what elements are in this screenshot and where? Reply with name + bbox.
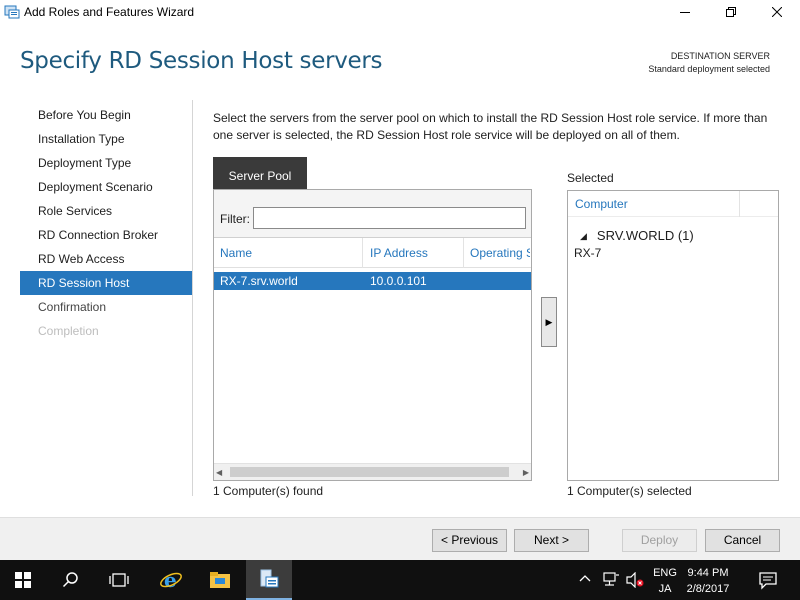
notification-icon[interactable]	[758, 570, 778, 593]
server-pool-panel: Filter: Name IP Address Operating S RX-7…	[213, 189, 532, 481]
chevron-up-icon[interactable]	[578, 572, 592, 589]
language-code: ENG	[653, 567, 677, 579]
destination-value: Standard deployment selected	[648, 64, 770, 74]
taskbar: e ENG JA 9:44 PM 2/8/2017	[0, 560, 800, 600]
filter-label: Filter:	[220, 212, 250, 226]
nav-item-deployment-type[interactable]: Deployment Type	[20, 151, 192, 175]
minimize-button[interactable]	[662, 0, 708, 24]
selected-label: Selected	[567, 171, 614, 185]
filter-input[interactable]	[253, 207, 526, 229]
nav-item-installation-type[interactable]: Installation Type	[20, 127, 192, 151]
selected-group-label: SRV.WORLD (1)	[596, 228, 694, 243]
column-divider[interactable]	[739, 191, 740, 217]
previous-button[interactable]: < Previous	[432, 529, 507, 552]
file-explorer-button[interactable]	[197, 560, 243, 600]
nav-item-rd-connection-broker[interactable]: RD Connection Broker	[20, 223, 192, 247]
server-name-cell: RX-7.srv.world	[220, 274, 298, 288]
collapse-triangle-icon[interactable]: ◢	[580, 231, 587, 241]
scroll-left-icon[interactable]: ◀	[216, 468, 222, 477]
search-button[interactable]	[48, 560, 94, 600]
found-count: 1 Computer(s) found	[213, 484, 324, 498]
windows-logo-icon	[15, 572, 31, 588]
filter-area: Filter:	[214, 190, 531, 238]
table-row[interactable]: RX-7.srv.world 10.0.0.101	[214, 272, 531, 290]
folder-icon	[210, 572, 230, 588]
destination-server: DESTINATION SERVER Standard deployment s…	[648, 50, 770, 76]
server-grid-header: Name IP Address Operating S	[214, 238, 531, 268]
next-button[interactable]: Next >	[514, 529, 589, 552]
svg-text:e: e	[164, 568, 177, 592]
column-header-operating-system[interactable]: Operating S	[470, 238, 530, 268]
column-header-name[interactable]: Name	[220, 238, 360, 268]
close-button[interactable]	[754, 0, 800, 24]
start-button[interactable]	[0, 560, 46, 600]
nav-divider	[192, 100, 193, 496]
cancel-button[interactable]: Cancel	[705, 529, 780, 552]
selected-panel: Computer ◢ SRV.WORLD (1) RX-7	[567, 190, 779, 481]
wizard-nav: Before You Begin Installation Type Deplo…	[20, 103, 192, 343]
selected-count: 1 Computer(s) selected	[567, 484, 692, 498]
clock-time: 9:44 PM	[687, 567, 729, 579]
title-bar: Add Roles and Features Wizard	[0, 0, 800, 24]
deploy-button: Deploy	[622, 529, 697, 552]
internet-explorer-button[interactable]: e	[148, 560, 194, 600]
task-view-button[interactable]	[96, 560, 142, 600]
clock-date: 2/8/2017	[686, 583, 730, 595]
list-item[interactable]: RX-7	[574, 246, 601, 260]
page-description: Select the servers from the server pool …	[213, 111, 768, 142]
server-ip-cell: 10.0.0.101	[370, 274, 427, 288]
internet-explorer-icon: e	[160, 568, 182, 592]
selected-group[interactable]: ◢ SRV.WORLD (1)	[580, 228, 694, 243]
keyboard-layout: JA	[658, 583, 672, 595]
nav-item-rd-web-access[interactable]: RD Web Access	[20, 247, 192, 271]
network-icon[interactable]	[602, 572, 620, 591]
clock[interactable]: 9:44 PM 2/8/2017	[684, 565, 732, 597]
destination-label: DESTINATION SERVER	[670, 51, 770, 61]
window-title: Add Roles and Features Wizard	[24, 5, 195, 19]
nav-item-role-services[interactable]: Role Services	[20, 199, 192, 223]
column-header-ip-address[interactable]: IP Address	[370, 238, 464, 268]
nav-item-completion: Completion	[38, 324, 99, 338]
nav-item-rd-session-host[interactable]: RD Session Host	[20, 271, 192, 295]
column-divider[interactable]	[362, 238, 363, 268]
input-language-indicator[interactable]: ENG JA	[650, 565, 680, 597]
selected-grid-header: Computer	[568, 191, 778, 217]
arrow-right-icon: ▶	[545, 316, 553, 327]
add-server-button[interactable]: ▶	[541, 297, 557, 347]
restore-icon	[726, 7, 736, 17]
wizard-footer: < Previous Next > Deploy Cancel	[0, 517, 800, 560]
scrollbar-thumb[interactable]	[230, 467, 509, 477]
volume-muted-icon[interactable]	[626, 571, 644, 591]
server-manager-taskbar-button[interactable]	[246, 560, 292, 600]
nav-item-before-you-begin[interactable]: Before You Begin	[20, 103, 192, 127]
page-title: Specify RD Session Host servers	[20, 48, 383, 74]
minimize-icon	[680, 12, 690, 13]
task-view-icon	[109, 573, 129, 587]
column-header-computer[interactable]: Computer	[575, 197, 628, 211]
nav-item-confirmation[interactable]: Confirmation	[20, 295, 192, 319]
server-manager-icon	[4, 4, 20, 20]
server-manager-icon	[260, 569, 279, 588]
close-icon	[772, 7, 782, 17]
horizontal-scrollbar[interactable]: ◀ ▶	[214, 463, 531, 480]
tab-server-pool[interactable]: Server Pool	[213, 157, 307, 189]
scroll-right-icon[interactable]: ▶	[523, 468, 529, 477]
maximize-button[interactable]	[708, 0, 754, 24]
search-icon	[62, 572, 78, 588]
nav-item-deployment-scenario[interactable]: Deployment Scenario	[20, 175, 192, 199]
column-divider[interactable]	[463, 238, 464, 268]
